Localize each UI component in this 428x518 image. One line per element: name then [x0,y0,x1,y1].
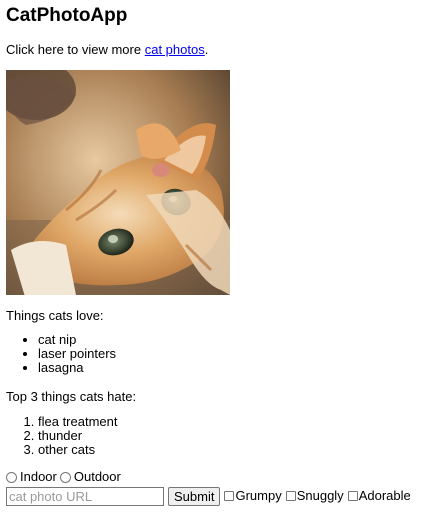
list-item: cat nip [38,333,116,347]
intro-suffix: . [204,42,209,57]
intro-prefix: Click here to view more [6,42,145,57]
cat-photo-url-input[interactable] [6,486,164,506]
list-item: other cats [38,443,118,457]
list-item: thunder [38,429,118,443]
hate-list: flea treatment thunder other cats [0,415,118,457]
indoor-radio-label[interactable]: Indoor [20,469,57,485]
outdoor-radio-label[interactable]: Outdoor [74,469,121,485]
list-item: lasagna [38,361,116,375]
page-title: CatPhotoApp [6,5,128,26]
adorable-checkbox-label[interactable]: Adorable [359,488,411,504]
cat-photo-form: Indoor Outdoor Submit Grumpy Snuggly Ado… [6,469,426,507]
intro-text: Click here to view more cat photos. [6,42,208,57]
cat-photos-link[interactable]: cat photos [145,42,205,57]
indoor-radio[interactable] [6,471,17,483]
url-submit-row: Submit Grumpy Snuggly Adorable [6,485,426,507]
adorable-checkbox[interactable] [347,491,358,501]
love-list: cat nip laser pointers lasagna [0,333,116,375]
snuggly-checkbox-label[interactable]: Snuggly [297,488,344,504]
grumpy-checkbox-label[interactable]: Grumpy [235,488,281,504]
love-list-label: Things cats love: [6,308,104,323]
list-item: laser pointers [38,347,116,361]
outdoor-radio[interactable] [59,471,71,483]
cat-photo[interactable] [6,70,230,295]
list-item: flea treatment [38,415,118,429]
grumpy-checkbox[interactable] [224,491,235,501]
location-radio-group: Indoor Outdoor [6,469,426,485]
submit-button[interactable]: Submit [168,486,221,506]
kitten-image [6,70,230,295]
snuggly-checkbox[interactable] [285,491,296,501]
hate-list-label: Top 3 things cats hate: [6,389,137,404]
